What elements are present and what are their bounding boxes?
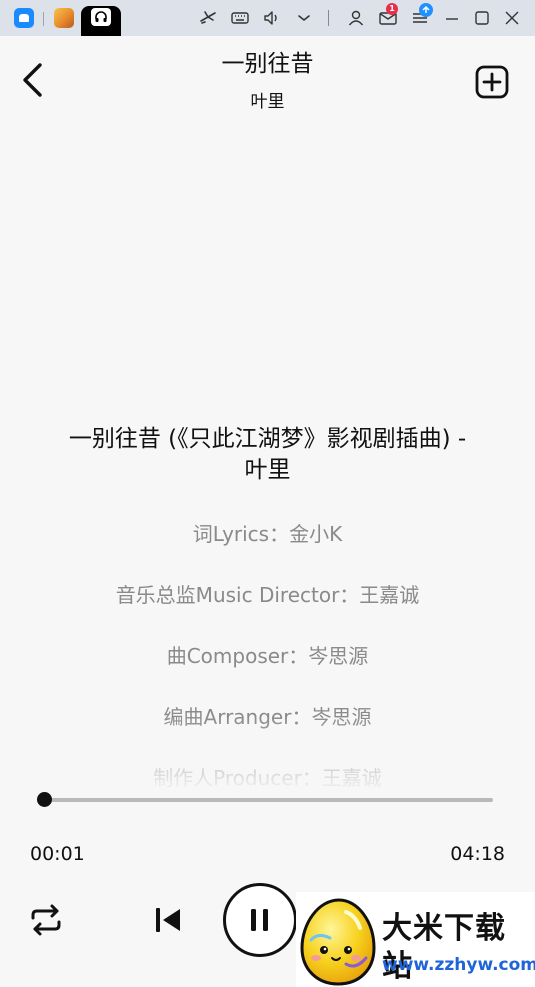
repeat-icon <box>31 904 61 936</box>
song-title: 一别往昔 <box>221 51 314 77</box>
add-square-icon <box>475 65 509 99</box>
chevron-down-icon[interactable] <box>294 8 314 28</box>
volume-icon[interactable] <box>262 8 282 28</box>
maximize-icon[interactable] <box>472 8 492 28</box>
airplane-icon[interactable] <box>198 8 218 28</box>
keyboard-icon[interactable] <box>230 8 250 28</box>
lyric-heading-line: 叶里 <box>244 457 291 483</box>
mail-badge: 1 <box>386 3 398 15</box>
music-app-icon[interactable] <box>91 8 111 26</box>
lyric-line: 词Lyrics：金小K <box>192 522 343 546</box>
lyric-line: 音乐总监Music Director：王嘉诚 <box>115 583 420 607</box>
song-artist: 叶里 <box>250 92 285 112</box>
lyric-line: 制作人Producer：王嘉诚 <box>153 766 382 790</box>
toolbar-divider <box>328 10 329 26</box>
app-store-icon[interactable] <box>14 8 34 28</box>
watermark-url: www.zzhyw.com <box>382 955 535 975</box>
rice-mascot-logo <box>300 898 376 986</box>
skip-previous-icon <box>156 908 180 932</box>
lyric-line: 曲Composer：岑思源 <box>166 644 369 668</box>
play-pause-button[interactable] <box>223 883 297 957</box>
watermark: 大米下载站 www.zzhyw.com <box>296 892 535 987</box>
lyric-line: 编曲Arranger：岑思源 <box>163 705 372 729</box>
close-icon[interactable] <box>502 8 522 28</box>
progress-thumb[interactable] <box>36 792 52 807</box>
repeat-button[interactable] <box>28 902 64 938</box>
previous-button[interactable] <box>150 902 186 938</box>
emulator-top-bar: 1 <box>0 0 535 36</box>
tab-divider <box>43 12 44 26</box>
game-app-icon[interactable] <box>54 8 74 28</box>
user-icon[interactable] <box>346 8 366 28</box>
lyric-heading-line: 一别往昔 (《只此江湖梦》影视剧插曲) - <box>68 426 467 452</box>
upload-badge-icon <box>419 3 433 17</box>
pause-icon <box>251 909 268 931</box>
elapsed-time: 00:01 <box>30 843 85 865</box>
minimize-icon[interactable] <box>442 8 462 28</box>
add-to-playlist-button[interactable] <box>474 64 510 100</box>
progress-bar[interactable] <box>36 792 493 807</box>
total-time: 04:18 <box>450 843 505 865</box>
lyrics-panel[interactable]: 一别往昔 (《只此江湖梦》影视剧插曲) - 叶里 词Lyrics：金小K 音乐总… <box>0 420 535 790</box>
